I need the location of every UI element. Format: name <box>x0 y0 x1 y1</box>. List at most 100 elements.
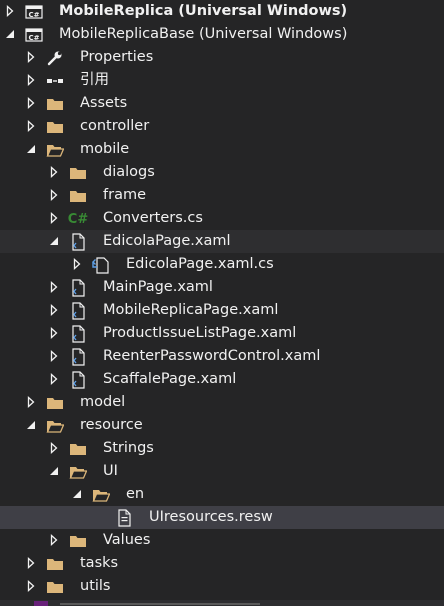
folder-icon <box>45 394 65 412</box>
tree-item-label: ProductIssueListPage.xaml <box>103 325 297 341</box>
tree-item[interactable]: Assets <box>0 92 444 115</box>
tree-item-label: controller <box>80 118 150 134</box>
tree-item-label: ScaffalePage.xaml <box>103 371 237 387</box>
collapsed-arrow-icon[interactable] <box>71 258 83 270</box>
folder-open-icon <box>68 463 88 481</box>
tree-item[interactable]: en <box>0 483 444 506</box>
tree-item-label: utils <box>80 578 111 594</box>
tree-item[interactable]: ProductIssueListPage.xaml <box>0 322 444 345</box>
collapsed-arrow-icon[interactable] <box>48 189 60 201</box>
tree-item-label: UI <box>103 463 118 479</box>
tree-item[interactable]: mobile <box>0 138 444 161</box>
tree-item-label: EdicolaPage.xaml.cs <box>126 256 274 272</box>
tree-item[interactable]: C# Converters.cs <box>0 207 444 230</box>
collapsed-arrow-icon[interactable] <box>48 166 60 178</box>
folder-open-icon <box>45 417 65 435</box>
tree-item-label: MobileReplicaPage.xaml <box>103 302 279 318</box>
collapsed-arrow-icon[interactable] <box>48 534 60 546</box>
tree-item-label: Values <box>103 532 151 548</box>
folder-open-icon <box>91 486 111 504</box>
tree-item[interactable]: ReenterPasswordControl.xaml <box>0 345 444 368</box>
collapsed-arrow-icon[interactable] <box>48 281 60 293</box>
tree-item[interactable]: model <box>0 391 444 414</box>
folder-icon <box>68 187 88 205</box>
expanded-arrow-icon[interactable] <box>4 28 16 40</box>
tree-item[interactable]: 引用 <box>0 69 444 92</box>
tree-item[interactable]: Strings <box>0 437 444 460</box>
collapsed-arrow-icon[interactable] <box>48 212 60 224</box>
folder-icon <box>45 578 65 596</box>
tree-item[interactable]: resource <box>0 414 444 437</box>
tree-item-label: frame <box>103 187 146 203</box>
tree-item-label: model <box>80 394 126 410</box>
collapsed-arrow-icon[interactable] <box>48 442 60 454</box>
collapsed-arrow-icon[interactable] <box>25 557 37 569</box>
collapsed-arrow-icon[interactable] <box>48 327 60 339</box>
folder-icon <box>68 164 88 182</box>
collapsed-arrow-icon[interactable] <box>25 97 37 109</box>
wrench-icon <box>45 49 65 67</box>
tree-item[interactable]: MobileReplicaPage.xaml <box>0 299 444 322</box>
collapsed-arrow-icon[interactable] <box>25 51 37 63</box>
tree-item-label: UIresources.resw <box>149 509 273 525</box>
collapsed-arrow-icon[interactable] <box>25 396 37 408</box>
xaml-file-icon <box>68 371 88 389</box>
csharp-project-icon: C# <box>24 26 44 44</box>
tree-item[interactable]: dialogs <box>0 161 444 184</box>
csharp-file-icon: C# <box>67 211 89 227</box>
svg-text:C#: C# <box>28 11 39 19</box>
collapsed-arrow-icon[interactable] <box>4 5 16 17</box>
xaml-file-icon <box>68 348 88 366</box>
svg-text:C#: C# <box>28 34 39 42</box>
xaml-file-icon <box>68 279 88 297</box>
xaml-file-icon <box>68 325 88 343</box>
tree-item[interactable]: Properties <box>0 46 444 69</box>
tree-item[interactable]: tasks <box>0 552 444 575</box>
folder-icon <box>45 555 65 573</box>
tree-item[interactable]: EdicolaPage.xaml <box>0 230 444 253</box>
tree-item[interactable]: UIresources.resw <box>0 506 444 529</box>
tree-item-label: ReenterPasswordControl.xaml <box>103 348 321 364</box>
tree-item[interactable]: MainPage.xaml <box>0 276 444 299</box>
collapsed-arrow-icon[interactable] <box>48 350 60 362</box>
tree-item[interactable]: C# MobileReplicaBase (Universal Windows) <box>0 23 444 46</box>
folder-icon <box>68 532 88 550</box>
expanded-arrow-icon[interactable] <box>25 143 37 155</box>
collapsed-arrow-icon[interactable] <box>25 120 37 132</box>
expanded-arrow-icon[interactable] <box>48 465 60 477</box>
tree-item-label: mobile <box>80 141 130 157</box>
tree-item[interactable]: utils <box>0 575 444 598</box>
tree-item-label: dialogs <box>103 164 155 180</box>
folder-open-icon <box>45 141 65 159</box>
tree-item[interactable]: Values <box>0 529 444 552</box>
collapsed-arrow-icon[interactable] <box>48 304 60 316</box>
folder-icon <box>68 440 88 458</box>
tree-item-label: MobileReplicaBase (Universal Windows) <box>59 26 348 42</box>
tree-item-label: 引用 <box>80 72 109 88</box>
partial-next-item <box>0 600 444 606</box>
collapsed-arrow-icon[interactable] <box>48 373 60 385</box>
expanded-arrow-icon[interactable] <box>25 419 37 431</box>
references-icon <box>45 72 65 90</box>
tree-item-label: Converters.cs <box>103 210 203 226</box>
partial-project-icon <box>34 601 48 606</box>
expanded-arrow-icon[interactable] <box>71 488 83 500</box>
tree-item-label: resource <box>80 417 143 433</box>
tree-item[interactable]: ScaffalePage.xaml <box>0 368 444 391</box>
xaml-file-icon <box>68 302 88 320</box>
xaml-code-behind-icon <box>91 256 111 274</box>
expanded-arrow-icon[interactable] <box>48 235 60 247</box>
tree-item[interactable]: controller <box>0 115 444 138</box>
tree-item[interactable]: UI <box>0 460 444 483</box>
collapsed-arrow-icon[interactable] <box>25 74 37 86</box>
tree-item-label: tasks <box>80 555 119 571</box>
collapsed-arrow-icon[interactable] <box>25 580 37 592</box>
tree-item-label: Strings <box>103 440 154 456</box>
tree-item-label: MainPage.xaml <box>103 279 213 295</box>
folder-icon <box>45 95 65 113</box>
tree-item-label: EdicolaPage.xaml <box>103 233 231 249</box>
folder-icon <box>45 118 65 136</box>
tree-item[interactable]: frame <box>0 184 444 207</box>
tree-item[interactable]: EdicolaPage.xaml.cs <box>0 253 444 276</box>
tree-item[interactable]: C# MobileReplica (Universal Windows) <box>0 0 444 23</box>
